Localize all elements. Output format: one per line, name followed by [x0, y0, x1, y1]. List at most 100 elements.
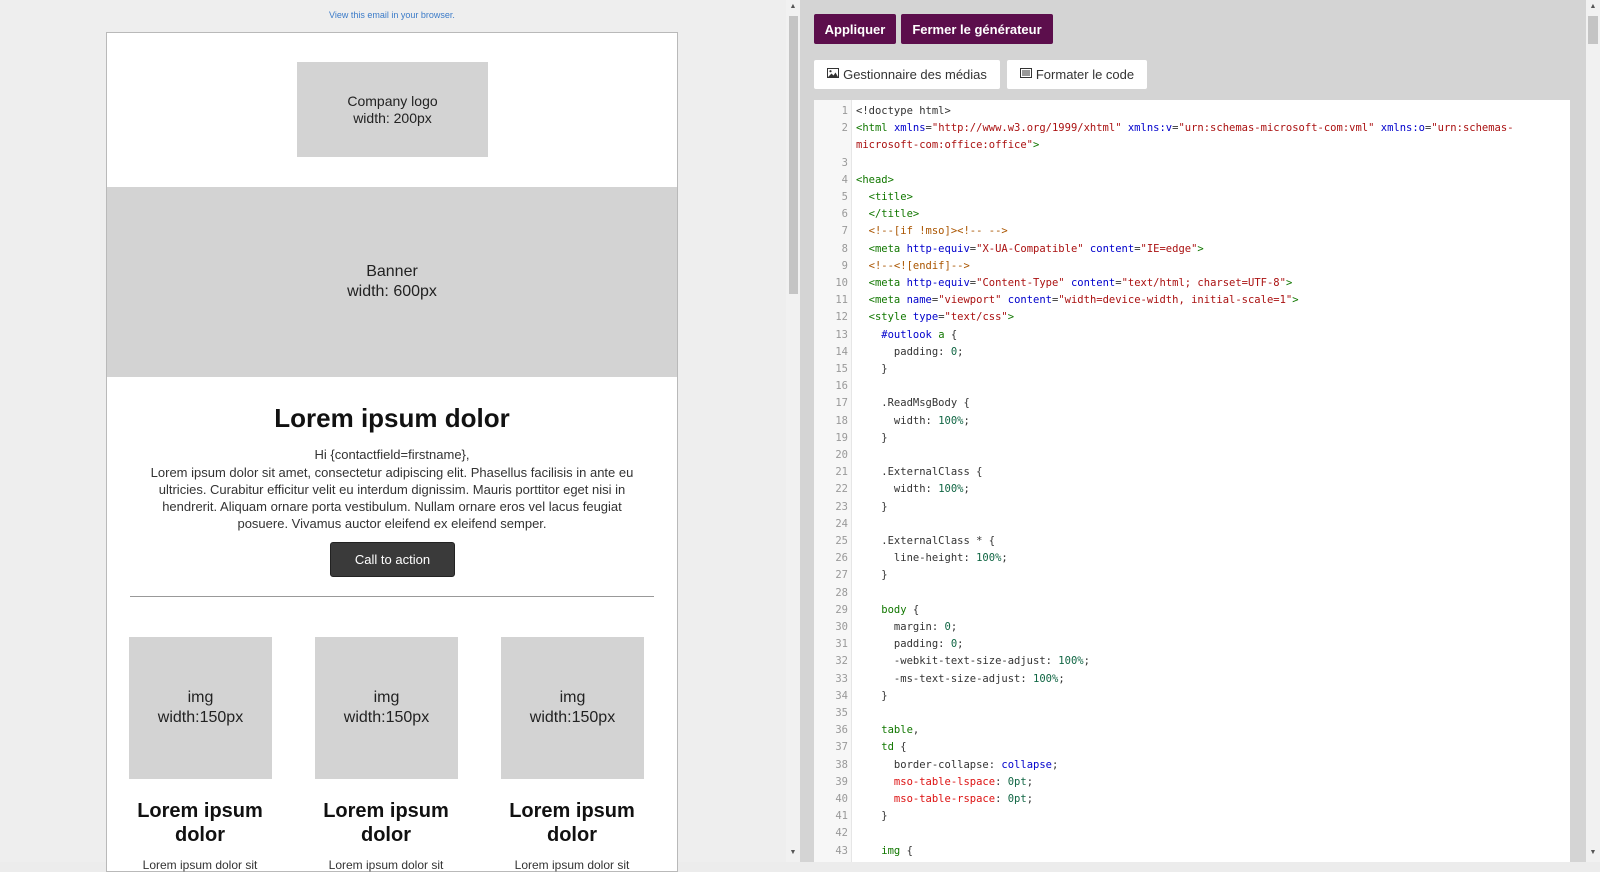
line-number: 20 [835, 449, 848, 461]
code-line: 30 margin: 0; [814, 619, 1570, 636]
company-logo-placeholder[interactable]: Company logo width: 200px [297, 62, 488, 157]
column-image-placeholder[interactable]: img width:150px [315, 637, 458, 779]
line-number: 27 [835, 569, 848, 582]
column-image-size: width:150px [157, 709, 244, 726]
column-image-label: img [373, 689, 400, 706]
code-line: 31 padding: 0; [814, 636, 1570, 653]
code-line: 21 .ExternalClass { [814, 464, 1570, 481]
code-token: line-height: [856, 552, 977, 565]
line-number: 7 [841, 225, 848, 238]
line-number: 12 [835, 311, 848, 324]
line-number: 15 [835, 363, 848, 375]
code-token: content [1007, 294, 1053, 307]
scroll-down-arrow-icon[interactable]: ▼ [1588, 848, 1598, 858]
column-title: Lorem ipsum dolor [323, 800, 449, 846]
column-image-placeholder[interactable]: img width:150px [501, 637, 644, 779]
code-line: 27 } [814, 567, 1570, 584]
code-token: : [995, 793, 1008, 805]
code-token: } [856, 431, 888, 444]
banner-placeholder[interactable]: Banner width: 600px [107, 187, 677, 377]
preview-scrollbar[interactable]: ▲ ▼ [786, 0, 800, 862]
code-line: 15 } [814, 361, 1570, 378]
code-text: <html xmlns="http://www.w3.org/1999/xhtm… [856, 120, 1514, 137]
code-text: width: 100%; [856, 481, 970, 498]
code-line: 34 } [814, 688, 1570, 705]
line-number: 32 [835, 655, 848, 668]
column-image-label: img [187, 689, 214, 706]
code-token: , [912, 724, 920, 737]
code-text: } [856, 430, 888, 447]
close-builder-button[interactable]: Fermer le générateur [901, 14, 1053, 44]
line-number: 8 [841, 242, 848, 255]
scroll-up-arrow-icon[interactable]: ▲ [788, 2, 798, 12]
code-text: border-collapse: collapse; [856, 757, 1058, 774]
editor-scroll-thumb[interactable] [1588, 16, 1598, 44]
code-line: 37 td { [814, 739, 1570, 756]
code-line: 1 <!doctype html> [814, 103, 1570, 120]
code-token: body [856, 603, 907, 616]
code-text: mso-table-rspace: 0pt; [856, 791, 1033, 808]
code-text: <!--<![endif]--> [856, 258, 970, 275]
code-token: mso-table-lspace [856, 775, 996, 788]
line-number: 5 [841, 191, 848, 203]
code-token: xmlns:v [1127, 122, 1173, 135]
line-number: 11 [835, 294, 848, 307]
scroll-down-arrow-icon[interactable]: ▼ [788, 848, 798, 858]
line-number: 43 [835, 844, 848, 857]
line-number: 21 [835, 466, 848, 479]
media-manager-button[interactable]: Gestionnaire des médias [814, 60, 1000, 89]
column-image-placeholder[interactable]: img width:150px [129, 637, 272, 779]
preview-scroll-thumb[interactable] [789, 16, 798, 294]
line-number: 23 [835, 500, 848, 513]
code-token: "text/css" [944, 311, 1008, 324]
code-token: ; [963, 414, 970, 427]
code-token: http-equiv [906, 242, 970, 255]
code-token: 0pt [1007, 775, 1027, 788]
code-text: } [856, 808, 887, 825]
code-text: padding: 0; [856, 344, 964, 361]
view-in-browser-link[interactable]: View this email in your browser. [106, 10, 678, 20]
code-token: <meta [856, 277, 907, 289]
code-line: 10 <meta http-equiv="Content-Type" conte… [814, 275, 1570, 292]
editor-pane: Appliquer Fermer le générateur Gestionna… [800, 0, 1600, 862]
code-text: td { [856, 739, 906, 756]
email-body-container: Company logo width: 200px Banner width: … [106, 32, 678, 872]
banner-label: Banner [366, 263, 418, 280]
line-number: 9 [841, 259, 848, 272]
line-number: 6 [841, 208, 848, 221]
code-text: margin: 0; [856, 619, 957, 636]
call-to-action-button[interactable]: Call to action [330, 542, 455, 577]
scroll-up-arrow-icon[interactable]: ▲ [1588, 2, 1598, 12]
code-editor[interactable]: 1 <!doctype html> 2 <html xmlns="http://www… [814, 100, 1570, 862]
code-token: 100% [1033, 672, 1059, 685]
code-token: ; [1051, 758, 1059, 771]
code-token: border-collapse: [856, 758, 1002, 771]
code-token: "urn:schemas-microsoft-com:vml" [1178, 122, 1375, 135]
list-icon [1019, 68, 1032, 81]
code-line: 16 [814, 378, 1570, 395]
code-text: <meta name="viewport" content="width=dev… [856, 292, 1299, 309]
code-token: 100% [938, 483, 964, 496]
code-line: 14 padding: 0; [814, 344, 1570, 361]
code-token: <!doctype html> [856, 105, 951, 117]
code-line: 8 <meta http-equiv="X-UA-Compatible" con… [814, 241, 1570, 258]
code-token: 100% [938, 414, 964, 427]
code-line: 20 [814, 447, 1570, 464]
apply-button[interactable]: Appliquer [814, 14, 896, 44]
code-token: table [856, 724, 913, 737]
line-number: 39 [835, 775, 848, 788]
format-code-button[interactable]: Formater le code [1007, 60, 1147, 89]
code-token: width: [856, 483, 939, 496]
code-token: "width=device-width, initial-scale=1" [1058, 294, 1293, 307]
code-line: 7 <!--[if !mso]><!-- --> [814, 223, 1570, 240]
code-token: > [1197, 242, 1204, 255]
code-token: > [1285, 277, 1293, 289]
code-text: } [856, 499, 887, 516]
code-token: ; [1083, 655, 1090, 668]
editor-scrollbar[interactable]: ▲ ▼ [1586, 0, 1600, 862]
code-text: </title> [856, 206, 920, 223]
code-token: .ExternalClass { [856, 466, 983, 479]
code-text: microsoft-com:office:office"> [856, 137, 1039, 154]
code-line: 33 -ms-text-size-adjust: 100%; [814, 671, 1570, 688]
code-token: ; [950, 621, 958, 633]
